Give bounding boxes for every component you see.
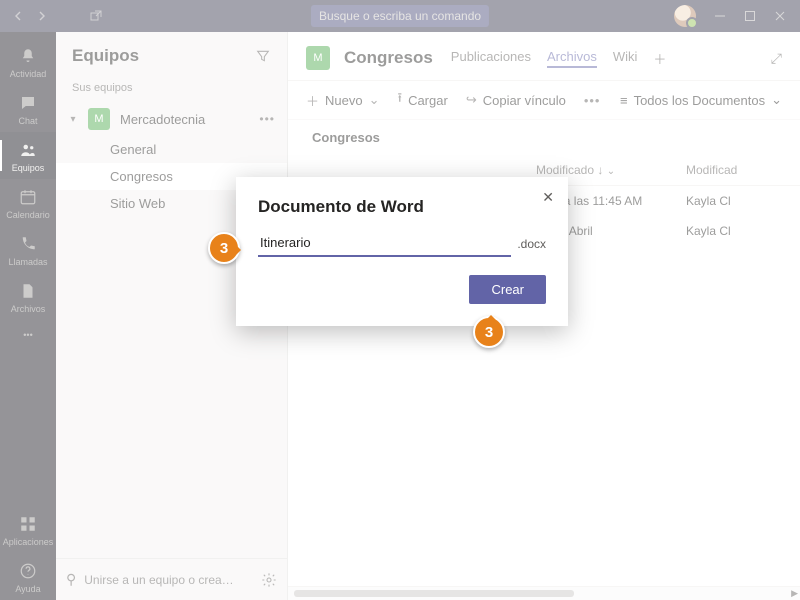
rail-label: Ayuda	[15, 584, 40, 594]
teams-title: Equipos	[72, 46, 139, 66]
copylink-label: Copiar vínculo	[483, 93, 566, 108]
rail-more-icon[interactable]: •••	[23, 320, 32, 350]
horizontal-scrollbar[interactable]: ▶	[288, 586, 800, 600]
rail-label: Archivos	[11, 304, 46, 314]
view-selector[interactable]: ≡ Todos los Documentos ⌄	[620, 92, 782, 108]
step-callout: 3	[208, 232, 240, 264]
breadcrumb[interactable]: Congresos	[288, 120, 800, 155]
rail-help[interactable]: Ayuda	[0, 553, 56, 600]
add-tab-icon[interactable]: ＋	[653, 49, 666, 68]
settings-icon[interactable]	[261, 572, 277, 588]
rail-files[interactable]: Archivos	[0, 273, 56, 320]
rail-label: Chat	[18, 116, 37, 126]
join-team-label: Unirse a un equipo o crea…	[84, 573, 233, 587]
cell-modified-by: Kayla Cl	[686, 194, 776, 208]
tab-files[interactable]: Archivos	[547, 49, 597, 68]
team-more-icon[interactable]: •••	[259, 112, 275, 126]
apps-icon	[18, 514, 38, 534]
app-rail: Actividad Chat Equipos Calendario Llamad…	[0, 32, 56, 600]
rail-teams[interactable]: Equipos	[0, 132, 56, 179]
rail-apps[interactable]: Aplicaciones	[0, 506, 56, 553]
expand-icon[interactable]: ⤢	[771, 50, 782, 67]
your-teams-label: Sus equipos	[56, 78, 287, 102]
avatar[interactable]	[674, 5, 696, 27]
dialog-title: Documento de Word	[258, 197, 546, 217]
rail-chat[interactable]: Chat	[0, 85, 56, 132]
files-toolbar: ＋ Nuevo ⌄ ⭱ Cargar ↪ Copiar vínculo ••• ≡ Tod…	[288, 81, 800, 120]
cell-modified-by: Kayla Cl	[686, 224, 776, 238]
filter-icon[interactable]	[255, 48, 271, 64]
close-icon[interactable]	[774, 10, 786, 22]
file-icon	[18, 281, 38, 301]
copy-link-button[interactable]: ↪ Copiar vínculo	[466, 92, 566, 108]
new-label: Nuevo	[325, 93, 363, 108]
join-team-icon: ⚲	[66, 571, 76, 588]
new-button[interactable]: ＋ Nuevo ⌄	[306, 91, 380, 110]
help-icon	[18, 561, 38, 581]
dialog-close-icon[interactable]: ✕	[542, 189, 554, 206]
rail-calendar[interactable]: Calendario	[0, 179, 56, 226]
rail-label: Equipos	[12, 163, 45, 173]
rail-label: Actividad	[10, 69, 47, 79]
col-modified-label: Modificado	[536, 163, 594, 177]
tab-posts[interactable]: Publicaciones	[451, 49, 531, 68]
titlebar: Busque o escriba un comando	[0, 0, 800, 32]
col-modified-by[interactable]: Modificad	[686, 163, 776, 177]
team-name: Mercadotecnia	[120, 112, 205, 127]
rail-label: Calendario	[6, 210, 50, 220]
upload-icon: ⭱	[398, 89, 403, 111]
upload-label: Cargar	[408, 93, 448, 108]
rail-activity[interactable]: Actividad	[0, 38, 56, 85]
channel-general[interactable]: General	[56, 136, 287, 163]
scroll-right-icon[interactable]: ▶	[791, 588, 798, 599]
channel-name: Congresos	[344, 48, 433, 68]
titlebar-nav	[0, 6, 114, 26]
back-icon[interactable]	[8, 6, 28, 26]
bell-icon	[18, 46, 38, 66]
rail-label: Aplicaciones	[3, 537, 54, 547]
link-icon: ↪	[466, 92, 477, 108]
tab-wiki[interactable]: Wiki	[613, 49, 638, 68]
view-icon: ≡	[620, 93, 628, 108]
rail-calls[interactable]: Llamadas	[0, 226, 56, 273]
team-row[interactable]: ▾ M Mercadotecnia •••	[56, 102, 287, 136]
channel-header: M Congresos Publicaciones Archivos Wiki …	[288, 32, 800, 81]
channel-tile: M	[306, 46, 330, 70]
forward-icon[interactable]	[32, 6, 52, 26]
chevron-down-icon: ⌄	[369, 92, 380, 108]
file-extension: .docx	[517, 237, 546, 257]
step-callout: 3	[473, 316, 505, 348]
view-label: Todos los Documentos	[634, 93, 766, 108]
join-team-footer[interactable]: ⚲ Unirse a un equipo o crea…	[56, 558, 287, 600]
upload-button[interactable]: ⭱ Cargar	[398, 89, 448, 111]
col-modified[interactable]: Modificado ↓ ⌄	[536, 163, 686, 177]
new-window-icon[interactable]	[86, 6, 106, 26]
window-controls	[674, 5, 800, 27]
create-button[interactable]: Crear	[469, 275, 546, 304]
plus-icon: ＋	[306, 91, 319, 110]
minimize-icon[interactable]	[714, 10, 726, 22]
search-placeholder: Busque o escriba un comando	[319, 9, 481, 23]
calendar-icon	[18, 187, 38, 207]
phone-icon	[18, 234, 38, 254]
team-tile: M	[88, 108, 110, 130]
scrollbar-thumb[interactable]	[294, 590, 574, 597]
filename-input[interactable]	[258, 231, 511, 257]
rail-label: Llamadas	[8, 257, 47, 267]
teams-icon	[18, 140, 38, 160]
command-search[interactable]: Busque o escriba un comando	[311, 5, 489, 27]
chat-icon	[18, 93, 38, 113]
toolbar-more-icon[interactable]: •••	[584, 93, 601, 108]
maximize-icon[interactable]	[744, 10, 756, 22]
new-word-doc-dialog: ✕ Documento de Word .docx Crear	[236, 177, 568, 326]
chevron-down-icon: ▾	[68, 114, 78, 125]
chevron-down-icon: ⌄	[771, 92, 782, 108]
